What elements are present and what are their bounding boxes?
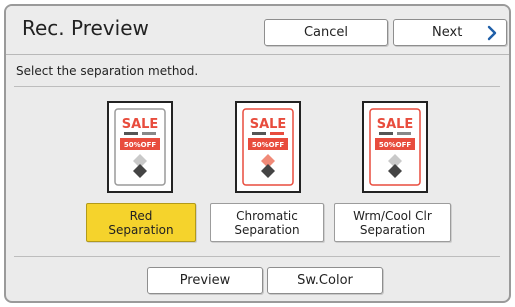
header-bar: Rec. Preview Cancel Next [6,6,509,55]
warm-cool-separation-button[interactable]: Wrm/Cool Clr Separation [334,203,451,242]
chromatic-separation-button[interactable]: Chromatic Separation [210,203,324,242]
instruction-text: Select the separation method. [16,64,199,78]
thumb-offer-text: 50%OFF [124,141,156,149]
thumb-sale-text: SALE [377,117,414,132]
page-title: Rec. Preview [22,16,149,40]
cancel-button[interactable]: Cancel [264,19,388,46]
red-separation-button[interactable]: Red Separation [86,203,196,242]
chevron-right-icon [486,25,498,50]
divider [14,86,500,87]
preview-button[interactable]: Preview [147,267,263,294]
thumb-sale-text: SALE [250,117,287,132]
option-label-line1: Chromatic [236,209,298,223]
next-button-label: Next [432,25,463,40]
option-label-line2: Separation [234,223,300,237]
divider [14,256,500,257]
preview-thumbnail-chromatic[interactable]: SALE 50%OFF [235,101,301,193]
option-label-line2: Separation [108,223,174,237]
thumb-offer-text: 50%OFF [379,141,411,149]
preview-thumbnail-warm-cool[interactable]: SALE 50%OFF [362,101,428,193]
preview-thumbnail-red[interactable]: SALE 50%OFF [107,101,173,193]
thumb-sale-text: SALE [122,117,159,132]
option-label-line1: Wrm/Cool Clr [353,209,432,223]
option-label-line2: Separation [359,223,426,237]
thumb-offer-text: 50%OFF [252,141,284,149]
rec-preview-dialog: Rec. Preview Cancel Next Select the sepa… [4,4,511,303]
option-label-line1: Red [129,209,153,223]
swcolor-button[interactable]: Sw.Color [267,267,383,294]
next-button[interactable]: Next [393,19,507,46]
